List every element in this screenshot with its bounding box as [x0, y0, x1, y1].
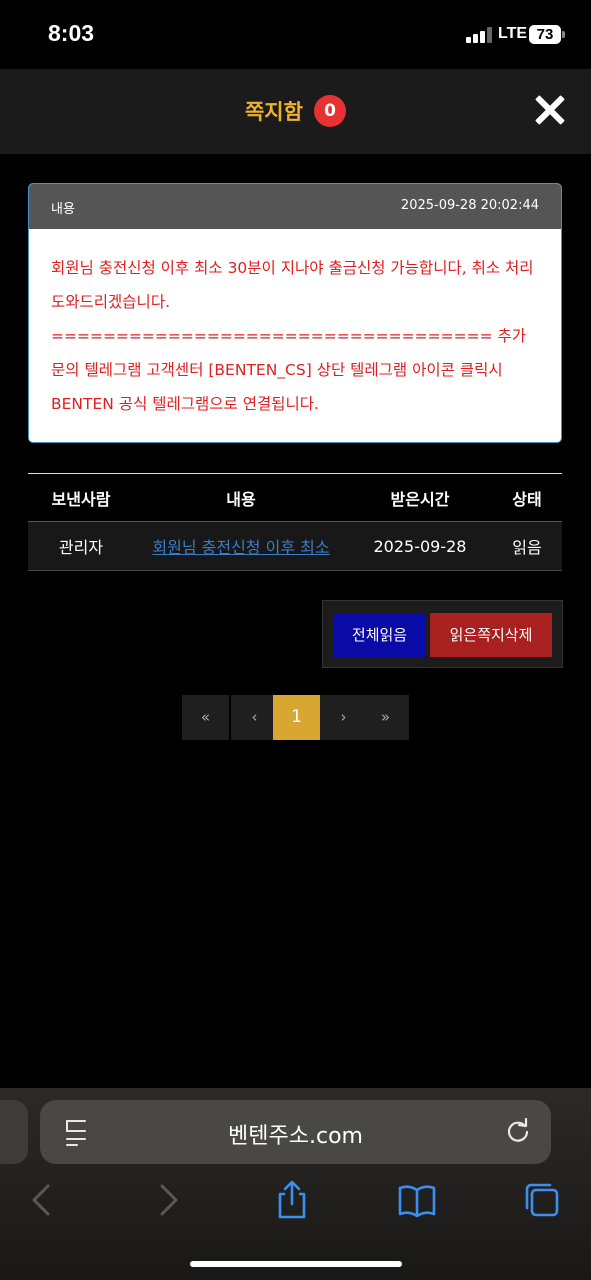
message-line: 회원님 충전신청 이후 최소 30분이 지나야 출금신청 가능합니다, 취소 처…: [51, 259, 534, 311]
read-all-button[interactable]: 전체읽음: [334, 613, 425, 657]
message-line: ================================== 추가 문의…: [51, 327, 527, 413]
column-header-content: 내용: [134, 473, 348, 522]
message-detail-body: 회원님 충전신청 이후 최소 30분이 지나야 출금신청 가능합니다, 취소 처…: [29, 229, 561, 421]
message-detail-label: 내용: [51, 202, 75, 217]
prev-page-button[interactable]: ‹: [231, 695, 278, 740]
delete-read-button[interactable]: 읽은쪽지삭제: [430, 613, 552, 657]
modal-title: 쪽지함: [244, 100, 303, 124]
signal-icon: [466, 27, 492, 43]
status-time: 8:03: [48, 20, 95, 46]
table-row[interactable]: 관리자 회원님 충전신청 이후 최소 2025-09-28 읽음: [28, 521, 562, 571]
page-1-button[interactable]: 1: [273, 695, 320, 740]
cell-status: 읽음: [492, 521, 562, 571]
back-icon[interactable]: [22, 1180, 62, 1220]
message-table: 보낸사람 내용 받은시간 상태 관리자 회원님 충전신청 이후 최소 2025-…: [28, 473, 562, 571]
column-header-status: 상태: [492, 473, 562, 522]
message-detail-date: 2025-09-28 20:02:44: [400, 198, 539, 213]
unread-count-badge: 0: [314, 95, 347, 127]
status-bar: 8:03 LTE 73: [0, 0, 591, 68]
modal-header: 쪽지함 0: [0, 69, 591, 154]
forward-icon[interactable]: [148, 1180, 188, 1220]
modal-title-wrap: 쪽지함 0: [0, 95, 591, 127]
table-header-row: 보낸사람 내용 받은시간 상태: [28, 473, 562, 522]
first-page-button[interactable]: «: [182, 695, 229, 740]
last-page-button[interactable]: »: [362, 695, 409, 740]
message-detail-header: 내용 2025-09-28 20:02:44: [29, 184, 561, 229]
home-indicator: [190, 1261, 402, 1267]
message-detail-card: 내용 2025-09-28 20:02:44 회원님 충전신청 이후 최소 30…: [28, 183, 562, 443]
reload-icon[interactable]: [505, 1118, 531, 1144]
url-field[interactable]: 벤텐주소.com: [40, 1100, 551, 1164]
network-type: LTE: [498, 25, 528, 42]
bookmarks-icon[interactable]: [397, 1180, 437, 1220]
url-text[interactable]: 벤텐주소.com: [40, 1118, 551, 1150]
tabs-icon[interactable]: [522, 1180, 562, 1220]
column-header-received: 받은시간: [348, 473, 492, 522]
battery-icon: 73: [529, 25, 561, 44]
cell-received: 2025-09-28: [348, 521, 492, 571]
close-icon[interactable]: [535, 95, 565, 125]
battery-tip: [562, 31, 565, 38]
action-box: 전체읽음 읽은쪽지삭제: [322, 600, 563, 668]
cell-content-link[interactable]: 회원님 충전신청 이후 최소: [134, 521, 348, 571]
cell-sender: 관리자: [28, 521, 134, 571]
column-header-sender: 보낸사람: [28, 473, 134, 522]
previous-tab-edge[interactable]: [0, 1100, 28, 1164]
share-icon[interactable]: [272, 1180, 312, 1220]
next-page-button[interactable]: ›: [320, 695, 367, 740]
